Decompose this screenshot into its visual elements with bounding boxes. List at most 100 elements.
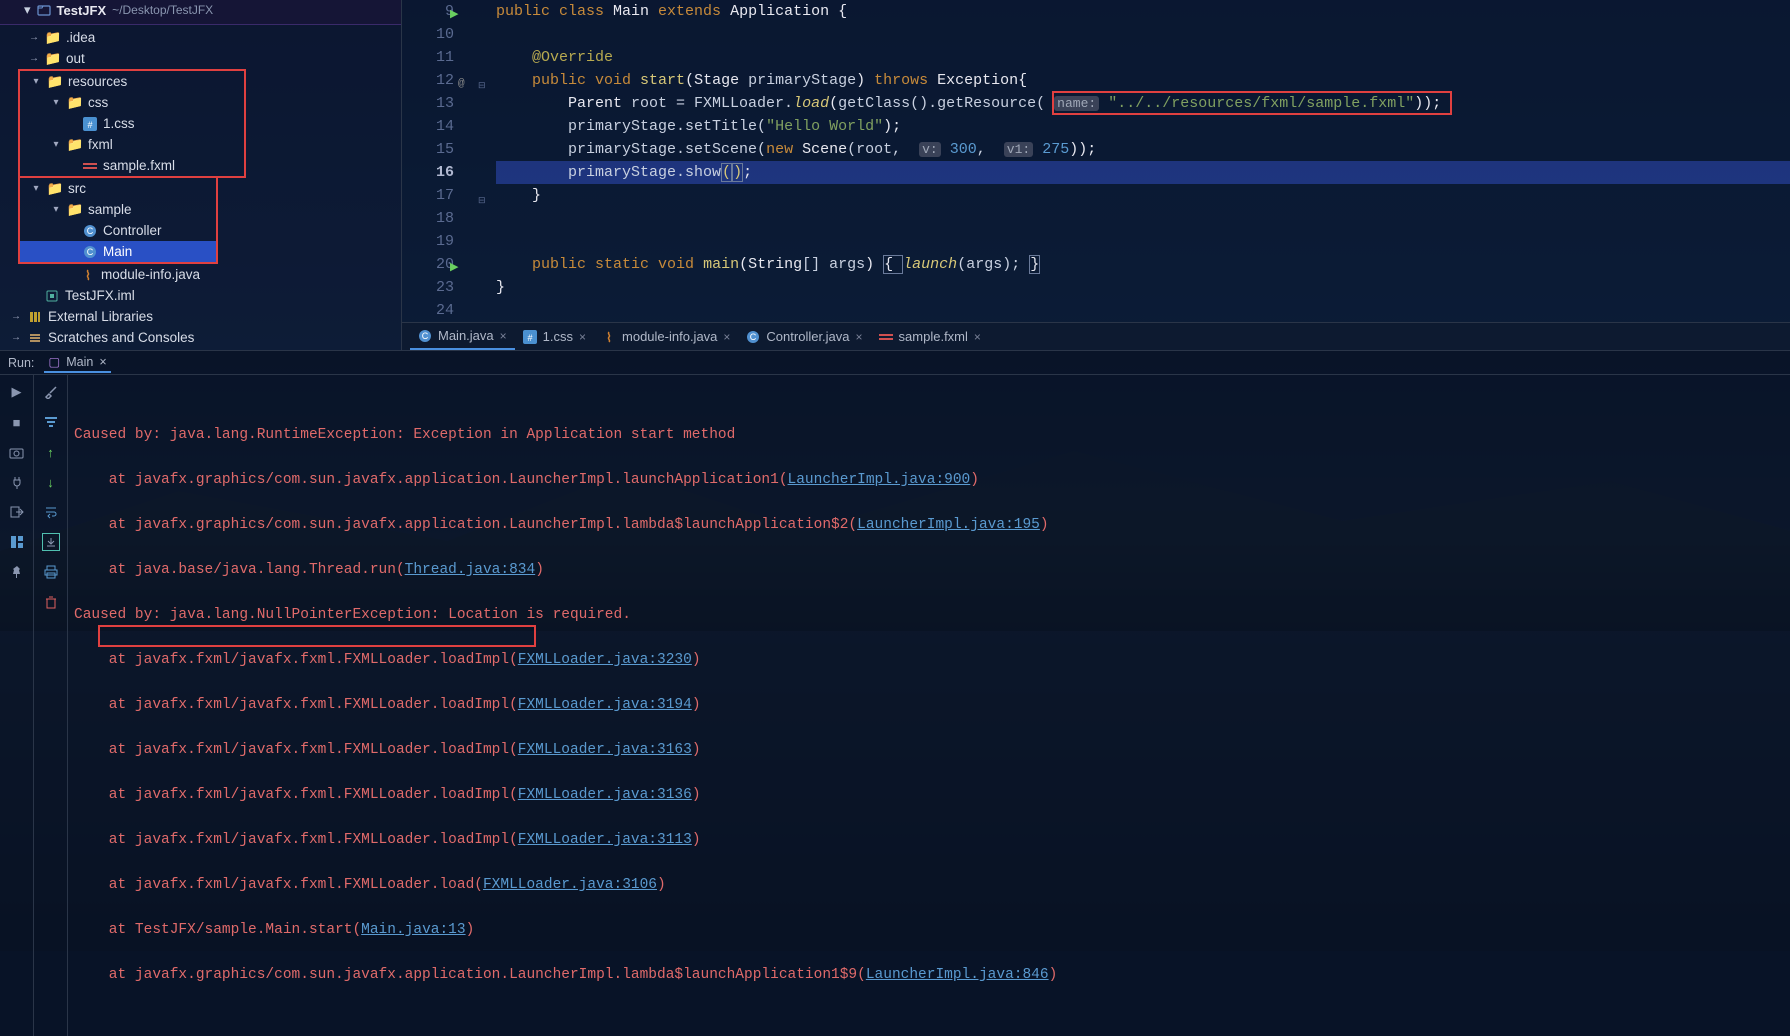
stacktrace-link[interactable]: FXMLLoader.java:3136	[518, 787, 692, 803]
pin-icon[interactable]	[8, 563, 26, 581]
stacktrace-link[interactable]: FXMLLoader.java:3230	[518, 652, 692, 668]
java-file-icon	[602, 330, 616, 344]
package-icon: 📁	[67, 202, 83, 218]
svg-text:#: #	[527, 333, 532, 343]
folder-icon: 📁	[67, 95, 83, 111]
close-icon[interactable]: ×	[500, 329, 507, 343]
tree-item-main[interactable]: C Main	[20, 241, 216, 262]
css-file-icon: #	[82, 116, 98, 132]
tree-item-idea[interactable]: → 📁 .idea	[0, 27, 401, 48]
stacktrace-link[interactable]: LauncherImpl.java:846	[866, 967, 1049, 983]
close-icon[interactable]: ×	[974, 330, 981, 344]
class-icon: C	[746, 330, 760, 344]
run-gutter-icon[interactable]: ▶	[450, 4, 458, 27]
stacktrace-link[interactable]: FXMLLoader.java:3163	[518, 742, 692, 758]
class-icon: C	[418, 329, 432, 343]
tree-item-iml[interactable]: TestJFX.iml	[0, 285, 401, 306]
wrap-icon[interactable]	[42, 503, 60, 521]
stacktrace-link[interactable]: LauncherImpl.java:900	[788, 472, 971, 488]
chevron-down-icon: ▾	[50, 204, 62, 215]
camera-icon[interactable]	[8, 443, 26, 461]
svg-text:C: C	[750, 332, 757, 342]
brush-icon[interactable]	[42, 383, 60, 401]
stacktrace-link[interactable]: FXMLLoader.java:3113	[518, 832, 692, 848]
svg-text:C: C	[87, 247, 94, 257]
plug-icon[interactable]	[8, 473, 26, 491]
scratches-icon	[27, 330, 43, 346]
tree-item-css-file[interactable]: # 1.css	[20, 113, 244, 134]
tree-item-fxml[interactable]: ▾ 📁 fxml	[20, 134, 244, 155]
tree-item-fxml-file[interactable]: sample.fxml	[20, 155, 244, 176]
fxml-file-icon	[82, 158, 98, 174]
trash-icon[interactable]	[42, 593, 60, 611]
tab-css[interactable]: # 1.css ×	[515, 324, 594, 350]
project-tree: → 📁 .idea → 📁 out ▾ 📁 resources ▾	[0, 25, 401, 348]
run-toolbar-left: ▶ ■	[0, 375, 34, 1036]
tree-item-sample[interactable]: ▾ 📁 sample	[20, 199, 216, 220]
stop-button[interactable]: ■	[8, 413, 26, 431]
css-file-icon: #	[523, 330, 537, 344]
tree-item-src[interactable]: ▾ 📁 src	[20, 178, 216, 199]
up-arrow-icon[interactable]: ↑	[42, 443, 60, 461]
app-icon: ▢	[48, 354, 60, 369]
svg-text:C: C	[87, 226, 94, 236]
class-icon: C	[82, 244, 98, 260]
tree-item-out[interactable]: → 📁 out	[0, 48, 401, 69]
chevron-right-icon: →	[28, 32, 40, 43]
run-config-tab[interactable]: ▢ Main ×	[44, 352, 110, 373]
stacktrace-link[interactable]: FXMLLoader.java:3106	[483, 877, 657, 893]
code-lines[interactable]: public class Main extends Application { …	[472, 0, 1790, 322]
close-icon[interactable]: ×	[856, 330, 863, 344]
chevron-down-icon: ▾	[30, 76, 42, 87]
down-arrow-icon[interactable]: ↓	[42, 473, 60, 491]
java-file-icon	[80, 267, 96, 283]
project-root-row[interactable]: ▾ TestJFX ~/Desktop/TestJFX	[0, 0, 401, 25]
folder-icon: 📁	[67, 137, 83, 153]
tab-main-java[interactable]: C Main.java ×	[410, 324, 515, 350]
highlight-box	[1052, 91, 1452, 115]
override-gutter-icon[interactable]: @	[458, 73, 465, 96]
stacktrace-link[interactable]: Main.java:13	[361, 922, 465, 938]
stacktrace-link[interactable]: FXMLLoader.java:3194	[518, 697, 692, 713]
svg-text:#: #	[87, 120, 92, 130]
run-toolbar-right: ↑ ↓	[34, 375, 68, 1036]
run-gutter-icon[interactable]: ▶	[450, 257, 458, 280]
stacktrace-link[interactable]: LauncherImpl.java:195	[857, 517, 1040, 533]
scroll-to-end-icon[interactable]	[42, 533, 60, 551]
chevron-right-icon: →	[10, 311, 22, 322]
close-icon[interactable]: ×	[99, 355, 106, 369]
tab-sample-fxml[interactable]: sample.fxml ×	[871, 324, 989, 350]
layout-icon[interactable]	[8, 533, 26, 551]
chevron-down-icon: ▾	[30, 183, 42, 194]
chevron-down-icon: ▾	[50, 97, 62, 108]
tree-item-resources[interactable]: ▾ 📁 resources	[20, 71, 244, 92]
tab-module-info[interactable]: module-info.java ×	[594, 324, 738, 350]
folder-icon	[37, 3, 51, 17]
tree-item-scratches[interactable]: → Scratches and Consoles	[0, 327, 401, 348]
project-path: ~/Desktop/TestJFX	[112, 3, 213, 17]
tree-item-css[interactable]: ▾ 📁 css	[20, 92, 244, 113]
code-area[interactable]: ▶ 9 10 11 @ ⊟ 12 13 14 15 16 ⊟ 17 18 19 …	[402, 0, 1790, 322]
print-icon[interactable]	[42, 563, 60, 581]
tree-item-controller[interactable]: C Controller	[20, 220, 216, 241]
rerun-button[interactable]: ▶	[8, 383, 26, 401]
project-name: TestJFX	[57, 3, 107, 18]
stacktrace-link[interactable]: Thread.java:834	[405, 562, 536, 578]
run-panel: Run: ▢ Main × ▶ ■	[0, 350, 1790, 1036]
tree-item-module-info[interactable]: module-info.java	[0, 264, 401, 285]
tab-controller[interactable]: C Controller.java ×	[738, 324, 870, 350]
run-header: Run: ▢ Main ×	[0, 351, 1790, 375]
filter-icon[interactable]	[42, 413, 60, 431]
library-icon	[27, 309, 43, 325]
gutter[interactable]: ▶ 9 10 11 @ ⊟ 12 13 14 15 16 ⊟ 17 18 19 …	[402, 0, 472, 322]
close-icon[interactable]: ×	[723, 330, 730, 344]
console-output[interactable]: Caused by: java.lang.RuntimeException: E…	[68, 375, 1790, 1036]
run-label: Run:	[8, 356, 34, 370]
folder-icon: 📁	[45, 30, 61, 46]
tree-item-ext-libs[interactable]: → External Libraries	[0, 306, 401, 327]
exit-icon[interactable]	[8, 503, 26, 521]
svg-text:C: C	[422, 331, 429, 341]
chevron-right-icon: →	[10, 332, 22, 343]
close-icon[interactable]: ×	[579, 330, 586, 344]
chevron-down-icon: ▾	[24, 2, 31, 18]
